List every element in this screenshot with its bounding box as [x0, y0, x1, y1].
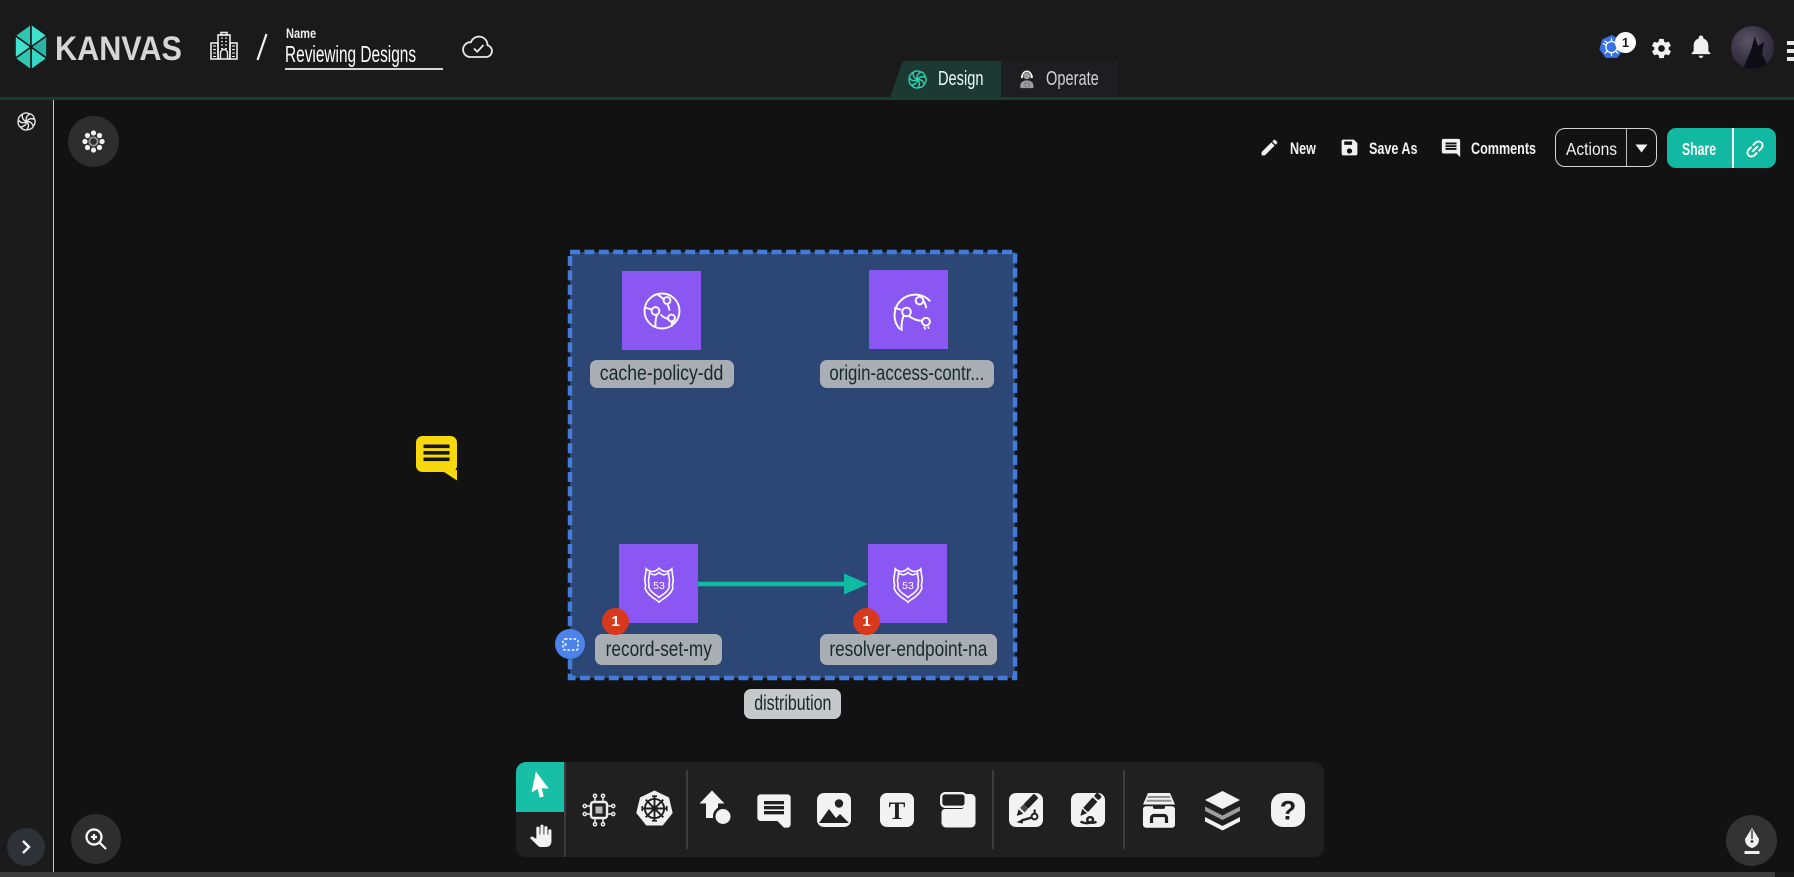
- svg-text:53: 53: [902, 580, 914, 592]
- svg-text:T: T: [889, 798, 906, 825]
- svg-text:53: 53: [653, 580, 665, 592]
- svg-text:?: ?: [1280, 796, 1297, 826]
